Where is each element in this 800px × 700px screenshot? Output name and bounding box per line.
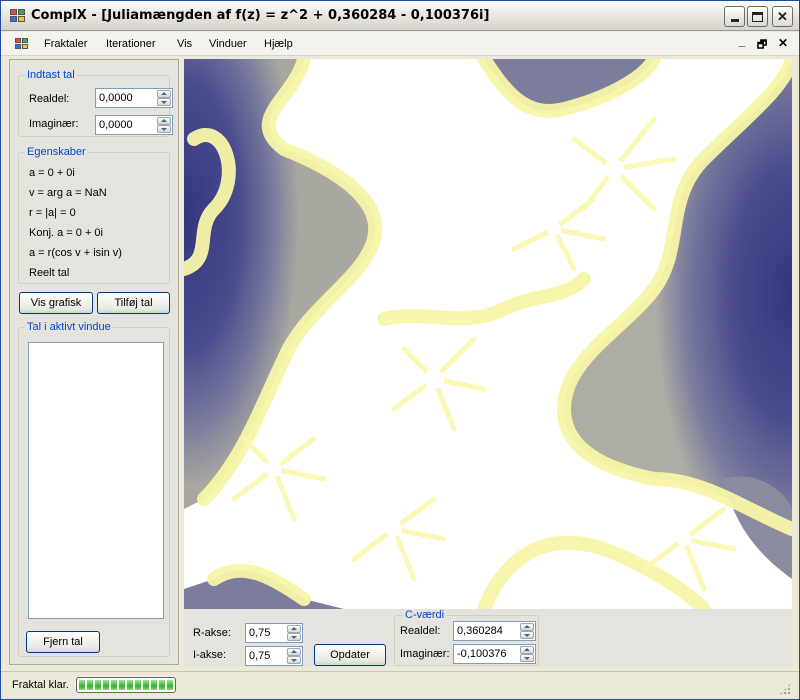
spin-down-icon[interactable] — [287, 633, 301, 641]
property-line: Konj. a = 0 + 0i — [29, 227, 103, 239]
progress-segment — [127, 680, 133, 690]
spin-up-icon[interactable] — [520, 646, 534, 654]
menu-bar: Fraktaler Iterationer Vis Vinduer Hjælp … — [1, 32, 799, 56]
resize-grip-icon[interactable] — [779, 683, 791, 695]
spin-up-icon[interactable] — [287, 648, 301, 656]
c-real-value: 0,360284 — [457, 625, 503, 637]
spin-down-icon[interactable] — [287, 656, 301, 664]
mdi-child-icon[interactable] — [15, 38, 29, 50]
menu-vinduer[interactable]: Vinduer — [209, 38, 247, 50]
remove-number-button[interactable]: Fjern tal — [26, 631, 100, 653]
c-imag-input[interactable]: -0,100376 — [453, 644, 536, 664]
left-panel: Indtast tal Realdel: 0,0000 Imaginær: 0,… — [9, 59, 179, 665]
i-axis-input[interactable]: 0,75 — [245, 646, 303, 666]
r-axis-value: 0,75 — [249, 627, 271, 639]
spin-up-icon[interactable] — [287, 625, 301, 633]
close-button[interactable]: ✕ — [772, 6, 793, 27]
i-axis-label: I-akse: — [193, 649, 227, 661]
status-text: Fraktal klar. — [12, 679, 69, 691]
property-line: a = 0 + 0i — [29, 167, 75, 179]
imag-spinner[interactable] — [157, 117, 171, 133]
show-graphic-button[interactable]: Vis grafisk — [19, 292, 93, 314]
real-input[interactable]: 0,0000 — [95, 88, 173, 108]
c-value-groupbox: C-værdi Realdel: 0,360284 Imaginær: -0,1… — [394, 609, 539, 666]
real-input-value: 0,0000 — [99, 92, 133, 104]
minimize-button[interactable] — [724, 6, 745, 27]
progress-segment — [159, 680, 165, 690]
spin-up-icon[interactable] — [520, 623, 534, 631]
progress-segment — [103, 680, 109, 690]
active-window-groupbox: Tal i aktivt vindue Fjern tal — [18, 321, 170, 657]
add-number-button[interactable]: Tilføj tal — [97, 292, 170, 314]
minimize-icon — [730, 19, 739, 22]
maximize-button[interactable] — [747, 6, 768, 27]
mdi-close-button[interactable]: ✕ — [776, 36, 790, 50]
progress-segment — [119, 680, 125, 690]
r-axis-input[interactable]: 0,75 — [245, 623, 303, 643]
progress-segment — [111, 680, 117, 690]
title-bar[interactable]: ComplX - [Juliamængden af f(z) = z^2 + 0… — [1, 1, 799, 31]
spin-up-icon[interactable] — [157, 117, 171, 125]
progress-segment — [143, 680, 149, 690]
c-real-spinner[interactable] — [520, 623, 534, 639]
mdi-restore-button[interactable]: 🗗 — [755, 36, 769, 55]
progress-segment — [95, 680, 101, 690]
property-line: r = |a| = 0 — [29, 207, 76, 219]
c-imag-spinner[interactable] — [520, 646, 534, 662]
imag-label: Imaginær: — [29, 118, 79, 130]
imag-input-value: 0,0000 — [99, 119, 133, 131]
progress-segment — [151, 680, 157, 690]
app-window: ComplX - [Juliamængden af f(z) = z^2 + 0… — [0, 0, 800, 700]
input-groupbox: Indtast tal Realdel: 0,0000 Imaginær: 0,… — [18, 69, 173, 137]
maximize-icon — [752, 11, 763, 22]
i-axis-spinner[interactable] — [287, 648, 301, 664]
property-line: v = arg a = NaN — [29, 187, 107, 199]
progress-segment — [135, 680, 141, 690]
menu-iterationer[interactable]: Iterationer — [106, 38, 156, 50]
progress-segment — [87, 680, 93, 690]
spin-up-icon[interactable] — [157, 90, 171, 98]
spin-down-icon[interactable] — [520, 631, 534, 639]
real-spinner[interactable] — [157, 90, 171, 106]
properties-groupbox: Egenskaber a = 0 + 0i v = arg a = NaN r … — [18, 146, 170, 284]
property-line: Reelt tal — [29, 267, 70, 279]
progress-segment — [79, 680, 85, 690]
i-axis-value: 0,75 — [249, 650, 271, 662]
mdi-minimize-button[interactable]: _ — [735, 34, 749, 48]
imag-input[interactable]: 0,0000 — [95, 115, 173, 135]
spin-down-icon[interactable] — [520, 654, 534, 662]
progress-segment — [167, 680, 173, 690]
c-imag-label: Imaginær: — [400, 648, 450, 660]
real-label: Realdel: — [29, 93, 70, 105]
app-icon[interactable] — [10, 9, 26, 23]
numbers-listbox[interactable] — [28, 342, 164, 619]
property-line: a = r(cos v + isin v) — [29, 247, 122, 259]
c-value-group-legend: C-værdi — [403, 609, 447, 621]
progress-bar — [76, 677, 176, 693]
input-group-legend: Indtast tal — [25, 69, 77, 81]
status-bar: Fraktal klar. — [1, 671, 799, 699]
bottom-panel: R-akse: 0,75 I-akse: 0,75 Opdater C-værd… — [184, 609, 792, 667]
window-title: ComplX - [Juliamængden af f(z) = z^2 + 0… — [31, 8, 490, 23]
menu-hjaelp[interactable]: Hjælp — [264, 38, 293, 50]
c-imag-value: -0,100376 — [457, 648, 507, 660]
close-icon: ✕ — [777, 8, 788, 24]
fractal-canvas[interactable] — [184, 59, 792, 609]
c-real-label: Realdel: — [400, 625, 441, 637]
active-window-group-legend: Tal i aktivt vindue — [25, 321, 113, 333]
properties-group-legend: Egenskaber — [25, 146, 88, 158]
r-axis-label: R-akse: — [193, 627, 231, 639]
spin-down-icon[interactable] — [157, 125, 171, 133]
menu-vis[interactable]: Vis — [177, 38, 192, 50]
update-button[interactable]: Opdater — [314, 644, 386, 666]
c-real-input[interactable]: 0,360284 — [453, 621, 536, 641]
menu-fraktaler[interactable]: Fraktaler — [44, 38, 87, 50]
spin-down-icon[interactable] — [157, 98, 171, 106]
julia-set-image[interactable] — [184, 59, 792, 609]
r-axis-spinner[interactable] — [287, 625, 301, 641]
